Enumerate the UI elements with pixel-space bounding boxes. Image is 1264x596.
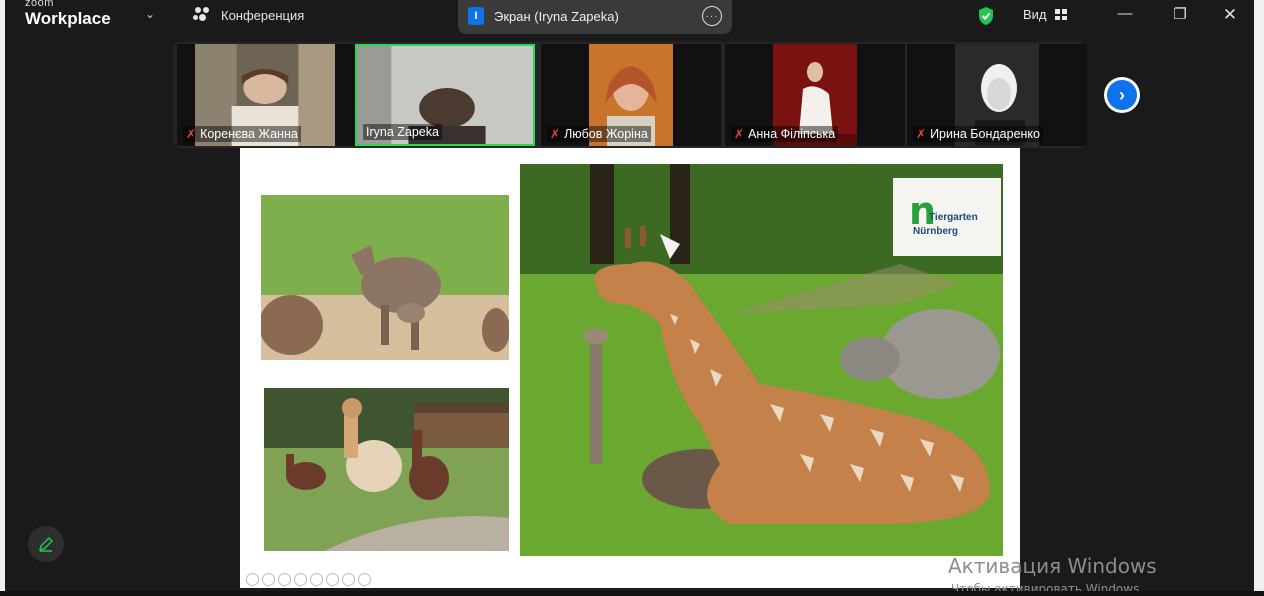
mic-muted-icon: ✗ [734, 127, 745, 141]
desktop-edge-right [1254, 0, 1264, 596]
next-participants-button[interactable]: › [1104, 77, 1140, 113]
mic-muted-icon: ✗ [916, 127, 927, 141]
pen-icon[interactable] [278, 573, 291, 586]
view-button[interactable]: Вид [1023, 7, 1067, 22]
title-bar: zoom Workplace ⌄ Конференция I Экран (Ir… [5, 0, 1254, 38]
logo-line1: Tiergarten [929, 212, 978, 223]
participant-name-tag: ✗ Анна Філіпська [731, 126, 839, 142]
participant-tile[interactable]: ✗ Ирина Бондаренко [907, 44, 1087, 146]
tiergarten-logo-mark: n [909, 189, 937, 233]
restore-icon[interactable]: ❐ [1168, 5, 1192, 23]
zoom-window: zoom Workplace ⌄ Конференция I Экран (Ir… [0, 0, 1264, 596]
tiergarten-logo: n Tiergarten Nürnberg [893, 178, 1001, 256]
mic-muted-icon: ✗ [550, 127, 561, 141]
windows-activation-watermark: Активация Windows [948, 554, 1157, 578]
participant-tile[interactable]: ✗ Коренєва Жанна [177, 44, 357, 146]
participant-name: Ирина Бондаренко [930, 127, 1040, 141]
participant-name: Iryna Zapeka [366, 125, 439, 139]
window-bottom-edge [0, 591, 1264, 596]
meeting-menu[interactable]: Конференция [193, 7, 304, 23]
meeting-label: Конференция [221, 7, 305, 23]
more-options-icon[interactable]: ··· [702, 6, 722, 26]
shield-check-icon[interactable] [977, 6, 995, 26]
chevron-down-icon[interactable]: ⌄ [145, 7, 155, 21]
participant-name-tag: Iryna Zapeka [363, 124, 442, 140]
share-label: Экран (Iryna Zapeka) [494, 8, 619, 24]
logo-big-text: Workplace [25, 9, 111, 28]
participant-name: Любов Жоріна [564, 127, 648, 141]
annotate-button[interactable] [28, 526, 64, 562]
participant-tile[interactable]: ✗ Любов Жоріна [541, 44, 721, 146]
subtitles-icon[interactable] [342, 573, 355, 586]
screen-share-indicator[interactable]: I Экран (Iryna Zapeka) ··· [458, 0, 732, 34]
alpaca-photo [264, 388, 509, 551]
participant-tile[interactable]: ✗ Анна Філіпська [725, 44, 905, 146]
minimize-icon[interactable]: — [1113, 5, 1137, 22]
participant-name-tag: ✗ Любов Жоріна [547, 126, 651, 142]
participant-name-tag: ✗ Ирина Бондаренко [913, 126, 1043, 142]
chevron-right-icon: › [1107, 80, 1137, 110]
participant-name: Коренєва Жанна [200, 127, 298, 141]
view-label: Вид [1023, 7, 1047, 22]
share-screen-icon: I [468, 7, 484, 25]
logo-small-text: zoom [25, 0, 54, 9]
slideshow-toolbar [246, 573, 371, 586]
kangaroo-photo [261, 195, 509, 360]
shared-screen-slide: n Tiergarten Nürnberg [240, 148, 1020, 588]
grid-view-icon [1054, 9, 1067, 20]
kangaroo-illustration [261, 195, 509, 360]
participant-name-tag: ✗ Коренєва Жанна [183, 126, 301, 142]
more-icon[interactable] [358, 573, 371, 586]
participant-name: Анна Філіпська [748, 127, 836, 141]
zoom-logo: zoom Workplace [25, 0, 111, 27]
mic-muted-icon: ✗ [186, 127, 197, 141]
close-icon[interactable]: ✕ [1218, 5, 1242, 25]
giraffe-photo: n Tiergarten Nürnberg [520, 164, 1003, 556]
zoom-icon[interactable] [310, 573, 323, 586]
logo-line2: Nürnberg [913, 226, 958, 237]
participant-strip: ✗ Коренєва Жанна Iryna Zapeka ✗ Любов Жо… [173, 42, 1087, 148]
next-slide-icon[interactable] [262, 573, 275, 586]
desktop-edge-left [0, 0, 5, 596]
alpaca-illustration [264, 388, 509, 551]
participant-tile-active[interactable]: Iryna Zapeka [355, 44, 535, 146]
prev-slide-icon[interactable] [246, 573, 259, 586]
participants-icon [193, 7, 213, 23]
grid-icon[interactable] [294, 573, 307, 586]
pointer-icon[interactable] [326, 573, 339, 586]
pencil-icon [38, 536, 54, 552]
